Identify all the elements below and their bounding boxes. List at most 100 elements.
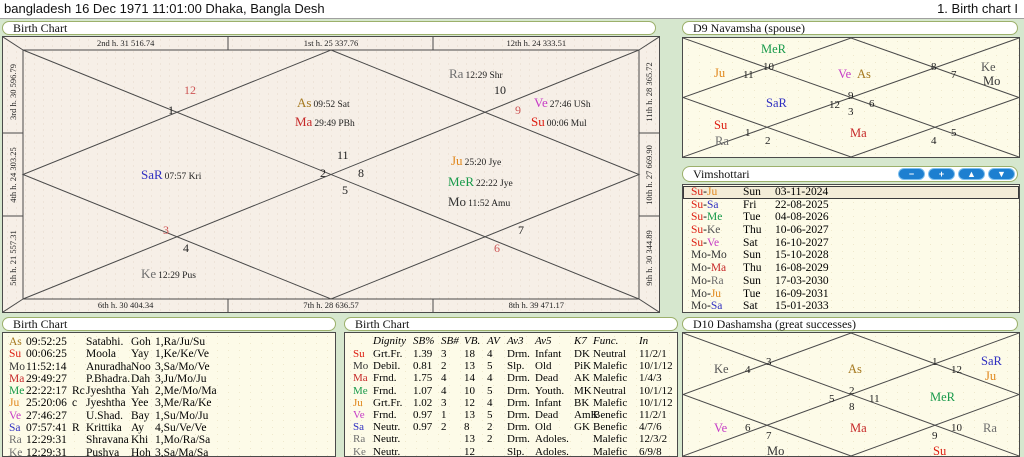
- sb-num: 3: [441, 396, 447, 409]
- planet-abbrev: Ke: [9, 446, 23, 457]
- dasha-row[interactable]: Su-Sa Fri 22-08-2025: [683, 199, 1019, 212]
- d10-dashamsha-chart[interactable]: 4 3 1 12 5 2 11 8 6 7 9 10 Ke As SaR Ju MeR Ve Ma Ra Mo Su: [682, 332, 1020, 457]
- vb: 18: [464, 348, 475, 360]
- dasha-row[interactable]: Su-Ke Thu 10-06-2027: [683, 224, 1019, 237]
- dasha-row[interactable]: Su-Ju Sun 03-11-2024: [683, 186, 1019, 199]
- dasha-lords: Su-Ve: [691, 236, 720, 249]
- planet-abbrev: MeR: [448, 174, 474, 189]
- av: 5: [487, 384, 493, 397]
- planet-detail: 11:52 Amu: [468, 199, 511, 209]
- in-houses: 6/9/8: [639, 445, 662, 457]
- dignity-table-row: Ke Neutr. 12 Slp. Adoles. Malefic 6/9/8: [345, 446, 677, 457]
- dasha-down-button[interactable]: ▼: [988, 168, 1015, 180]
- dasha-weekday: Sat: [743, 236, 758, 249]
- house-number: 1: [168, 103, 174, 117]
- house-number: 3: [766, 356, 772, 368]
- dasha-minus-button[interactable]: −: [898, 168, 925, 180]
- col-k7: K7: [574, 335, 587, 347]
- dasha-date: 15-10-2028: [775, 249, 829, 262]
- panel-title-text: Birth Chart: [13, 21, 68, 35]
- av3: Drm.: [507, 384, 530, 397]
- planet-detail: 07:57 Kri: [164, 172, 202, 182]
- func-nature: Malefic: [593, 396, 628, 409]
- planet-abbrev: Ra: [715, 134, 729, 148]
- in-houses: 4/7/6: [639, 421, 662, 434]
- pada-lords: 3,Ju/Mo/Ju: [155, 372, 207, 385]
- panel-title-d10: D10 Dashamsha (great successes): [682, 317, 1018, 331]
- planet-table: As 09:52:25 Satabhi. Goh 1,Ra/Ju/Su Su 0…: [2, 332, 336, 457]
- dasha-up-button[interactable]: ▲: [958, 168, 985, 180]
- d9-navamsha-chart[interactable]: 11 10 8 7 12 9 3 6 1 2 5 4 Ju MeR Ve As Ke Mo SaR Su Ra Ma: [682, 37, 1020, 158]
- motion-flag: [72, 410, 86, 422]
- house-number: 8: [358, 166, 364, 180]
- planet-label: MeR 22:22 Jye: [448, 173, 513, 191]
- av3: Drm.: [507, 408, 530, 421]
- dasha-row[interactable]: Mo-Sa Sat 15-01-2033: [683, 300, 1019, 313]
- chart-grid-lines: [3, 37, 659, 312]
- planet-label: Ra 12:29 Shr: [449, 65, 503, 83]
- pada-lords: 4,Su/Ve/Ve: [155, 422, 207, 435]
- av: 4: [487, 372, 493, 385]
- nakshatra: P.Bhadra.: [86, 372, 131, 385]
- planet-abbrev: Su: [933, 444, 947, 457]
- dasha-row[interactable]: Su-Me Tue 04-08-2026: [683, 211, 1019, 224]
- vb: 13: [464, 360, 475, 373]
- dasha-row[interactable]: Mo-Ra Sun 17-03-2030: [683, 275, 1019, 288]
- av: 4: [487, 396, 493, 409]
- house-number: 6: [494, 241, 500, 255]
- dignity-table-row: Me Frnd. 1.07 4 10 5 Drm. Youth. MK Neut…: [345, 385, 677, 397]
- planet-abbrev: Ra: [9, 434, 22, 447]
- dasha-weekday: Sun: [743, 186, 761, 198]
- k7: [574, 433, 593, 445]
- panel-title-planet-table: Birth Chart: [2, 317, 336, 331]
- func-nature: Benefic: [593, 421, 628, 434]
- dignity: Grt.Fr.: [373, 348, 403, 360]
- dasha-weekday: Sun: [743, 249, 761, 262]
- func-nature: Neutral: [593, 384, 626, 397]
- planet-abbrev: Ra: [449, 66, 464, 81]
- planet-abbrev: MeR: [930, 390, 955, 404]
- house-number: 1: [932, 356, 938, 368]
- av3: Drm.: [507, 348, 530, 360]
- house-strip-label: 3rd h. 30 596.79: [8, 63, 18, 120]
- syllable: Noo: [131, 360, 151, 373]
- in-houses: 12/3/2: [639, 433, 668, 446]
- syllable: Bay: [131, 409, 150, 422]
- dasha-weekday: Sun: [743, 274, 761, 287]
- in-houses: 11/2/1: [639, 408, 667, 421]
- dasha-plus-button[interactable]: +: [928, 168, 955, 180]
- dasha-row[interactable]: Mo-Ju Tue 16-09-2031: [683, 288, 1019, 301]
- house-strip-label: 1st h. 25 337.76: [303, 38, 359, 48]
- house-strip-cell: 11th h. 28 365.72: [639, 50, 659, 133]
- dignity: Grt.Fr.: [373, 396, 403, 409]
- house-strip-cell: 4th h. 24 303.25: [3, 133, 23, 216]
- func-nature: Neutral: [593, 348, 626, 360]
- house-strip-label: 11th h. 28 365.72: [644, 61, 654, 122]
- syllable: Khi: [131, 434, 149, 447]
- dasha-row[interactable]: Mo-Mo Sun 15-10-2028: [683, 249, 1019, 262]
- house-strip-label: 4th h. 24 303.25: [8, 146, 18, 203]
- sb-pct: [413, 433, 441, 445]
- titlebar: bangladesh 16 Dec 1971 11:01:00 Dhaka, B…: [0, 0, 1024, 19]
- av: 5: [487, 360, 493, 373]
- planet-longitude: 22:22:17: [26, 385, 67, 398]
- house-number: 8: [849, 401, 855, 413]
- dignity-table-row: Ve Frnd. 0.97 1 13 5 Drm. Dead AmK Benef…: [345, 409, 677, 421]
- k7: BK: [574, 396, 590, 409]
- dasha-weekday: Tue: [743, 211, 761, 224]
- dasha-date: 16-08-2029: [775, 262, 829, 275]
- dasha-row[interactable]: Su-Ve Sat 16-10-2027: [683, 237, 1019, 250]
- dasha-date: 22-08-2025: [775, 198, 829, 211]
- syllable: Hoh: [131, 446, 151, 457]
- k7: AmK: [574, 408, 599, 421]
- sb-pct: [413, 446, 441, 457]
- k7: AK: [574, 372, 590, 385]
- main-birth-chart[interactable]: 2nd h. 31 516.74 1st h. 25 337.76 12th h. …: [2, 36, 660, 313]
- house-strip-cell: 5th h. 21 557.31: [3, 216, 23, 299]
- dignity: Neutr.: [373, 421, 401, 434]
- dasha-row[interactable]: Mo-Ma Thu 16-08-2029: [683, 262, 1019, 275]
- house-number: 11: [743, 69, 754, 81]
- dasha-weekday: Thu: [743, 262, 762, 275]
- col-vb: VB.: [464, 335, 481, 347]
- house-strip-label: 7th h. 28 636.57: [303, 300, 359, 310]
